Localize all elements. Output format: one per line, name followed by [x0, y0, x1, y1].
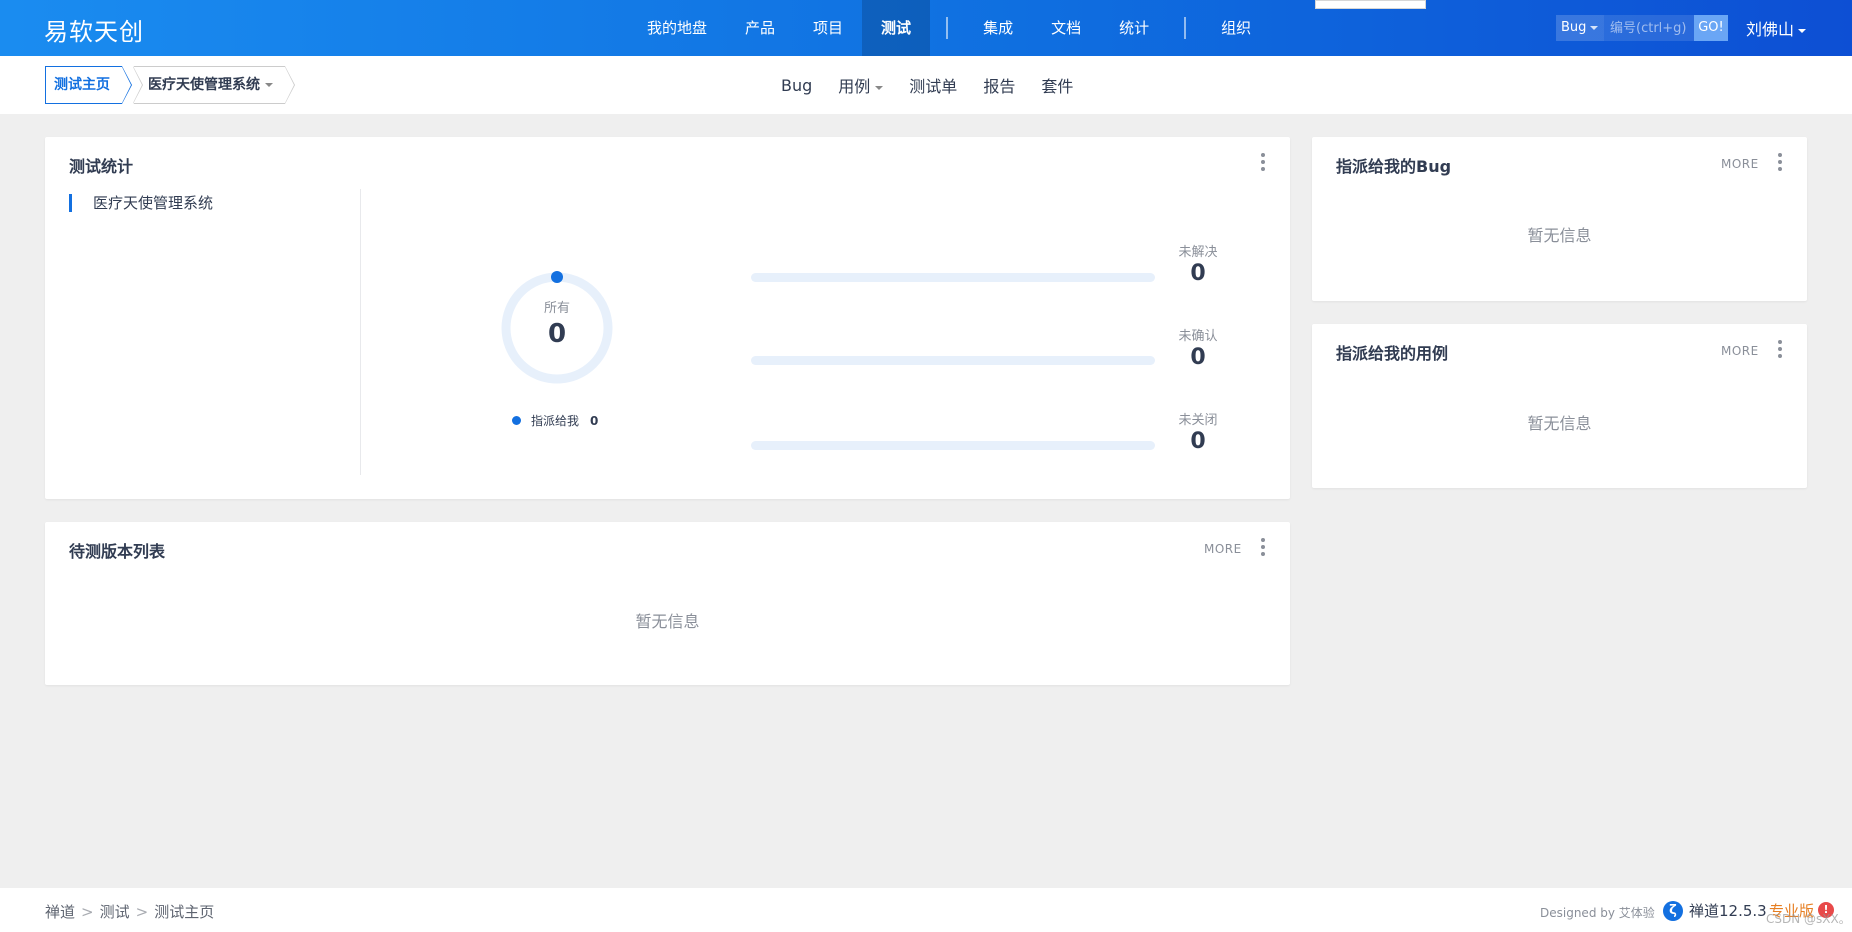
- user-menu[interactable]: 刘佛山: [1746, 16, 1807, 40]
- nav-doc[interactable]: 文档: [1032, 0, 1100, 56]
- chevron-down-icon: [875, 85, 884, 90]
- version-text: 禅道12.5.3: [1689, 902, 1767, 920]
- unconfirmed-label: 未确认: [1178, 329, 1218, 344]
- subnav-testreport[interactable]: 报告: [970, 73, 1028, 97]
- footer-crumb-home[interactable]: 测试主页: [154, 903, 214, 921]
- my-bugs-panel: 指派给我的Bug MORE 暂无信息: [1312, 137, 1807, 301]
- legend-dot: [512, 416, 521, 425]
- designed-by[interactable]: Designed by 艾体验: [1540, 904, 1655, 921]
- search-input[interactable]: [1604, 15, 1694, 41]
- nav-product[interactable]: 产品: [726, 0, 794, 56]
- panel-title: 指派给我的Bug: [1336, 157, 1452, 176]
- nav-divider: [1184, 17, 1187, 39]
- chevron-down-icon: [1590, 25, 1599, 30]
- unresolved-count[interactable]: 0: [1168, 261, 1228, 286]
- brand-logo[interactable]: 易软天创: [44, 12, 144, 47]
- total-label: 所有: [543, 301, 570, 316]
- total-count: 0: [547, 319, 567, 349]
- footer-breadcrumb: 禅道 > 测试 > 测试主页: [45, 903, 215, 921]
- assigned-count: 0: [590, 413, 599, 428]
- assigned-label: 指派给我: [531, 414, 580, 428]
- breadcrumb-home[interactable]: 测试主页: [45, 66, 132, 104]
- vertical-divider: [360, 189, 361, 475]
- unresolved-progress-bar: [751, 273, 1155, 282]
- more-vertical-icon[interactable]: [1260, 538, 1266, 558]
- nav-report[interactable]: 统计: [1100, 0, 1168, 56]
- chevron-down-icon: [1798, 28, 1807, 33]
- unclosed-count[interactable]: 0: [1168, 429, 1228, 454]
- search-go-button[interactable]: GO!: [1694, 15, 1728, 41]
- unconfirmed-progress-bar: [751, 356, 1155, 365]
- footer: 禅道 > 测试 > 测试主页 Designed by 艾体验 ζ 禅道12.5.3 专业…: [0, 888, 1852, 932]
- unclosed-progress-bar: [751, 441, 1155, 450]
- build-list-panel: 待测版本列表 MORE 暂无信息: [45, 522, 1290, 685]
- watermark: CSDN @sXX。: [1766, 912, 1851, 926]
- unconfirmed-count[interactable]: 0: [1168, 345, 1228, 370]
- test-stats-panel: 测试统计 医疗天使管理系统 所有 0 指派给我 0 未解决 0 未确认 0 未关…: [45, 137, 1290, 499]
- zentao-logo-icon: ζ: [1663, 900, 1683, 921]
- panel-title: 测试统计: [69, 157, 134, 176]
- top-navbar: 易软天创 我的地盘 产品 项目 测试 集成 文档 统计 组织 Bug GO! 刘…: [0, 0, 1852, 56]
- unclosed-label: 未关闭: [1178, 413, 1218, 428]
- subnav-testsuite[interactable]: 套件: [1028, 73, 1086, 97]
- product-switcher-label: 医疗天使管理系统: [148, 77, 260, 93]
- panel-title: 指派给我的用例: [1336, 344, 1449, 363]
- footer-crumb-zentao[interactable]: 禅道: [45, 903, 75, 921]
- nav-company[interactable]: 组织: [1202, 0, 1270, 56]
- main-nav: 我的地盘 产品 项目 测试 集成 文档 统计 组织: [628, 0, 1270, 56]
- search-type-select[interactable]: Bug: [1556, 15, 1604, 41]
- empty-message: 暂无信息: [635, 612, 700, 631]
- empty-message: 暂无信息: [1527, 226, 1592, 245]
- ring-marker: [551, 271, 563, 283]
- assigned-legend: 指派给我 0: [512, 412, 598, 429]
- product-item[interactable]: 医疗天使管理系统: [69, 191, 213, 215]
- subnav-testtask[interactable]: 测试单: [896, 73, 970, 97]
- more-vertical-icon[interactable]: [1777, 153, 1783, 173]
- zentao-version[interactable]: ζ 禅道12.5.3: [1663, 900, 1767, 921]
- module-nav: Bug 用例 测试单 报告 套件: [768, 56, 1086, 114]
- nav-qa[interactable]: 测试: [862, 0, 931, 56]
- subnav-bug[interactable]: Bug: [768, 76, 825, 95]
- nav-divider: [946, 17, 949, 39]
- product-list: 医疗天使管理系统: [69, 191, 213, 215]
- more-vertical-icon[interactable]: [1777, 340, 1783, 360]
- more-link[interactable]: MORE: [1204, 542, 1242, 556]
- more-vertical-icon[interactable]: [1260, 153, 1266, 173]
- unresolved-label: 未解决: [1178, 245, 1218, 260]
- subnav-case[interactable]: 用例: [825, 73, 896, 97]
- panel-title: 待测版本列表: [69, 542, 166, 561]
- chevron-down-icon: [265, 83, 273, 87]
- notice-popup: [1315, 0, 1426, 9]
- global-search: Bug GO!: [1556, 15, 1728, 41]
- empty-message: 暂无信息: [1527, 414, 1592, 433]
- product-switcher[interactable]: 医疗天使管理系统: [133, 66, 295, 104]
- nav-project[interactable]: 项目: [794, 0, 862, 56]
- nav-ci[interactable]: 集成: [964, 0, 1032, 56]
- more-link[interactable]: MORE: [1721, 157, 1759, 171]
- footer-crumb-qa[interactable]: 测试: [100, 903, 130, 921]
- my-cases-panel: 指派给我的用例 MORE 暂无信息: [1312, 324, 1807, 488]
- nav-my[interactable]: 我的地盘: [628, 0, 726, 56]
- more-link[interactable]: MORE: [1721, 344, 1759, 358]
